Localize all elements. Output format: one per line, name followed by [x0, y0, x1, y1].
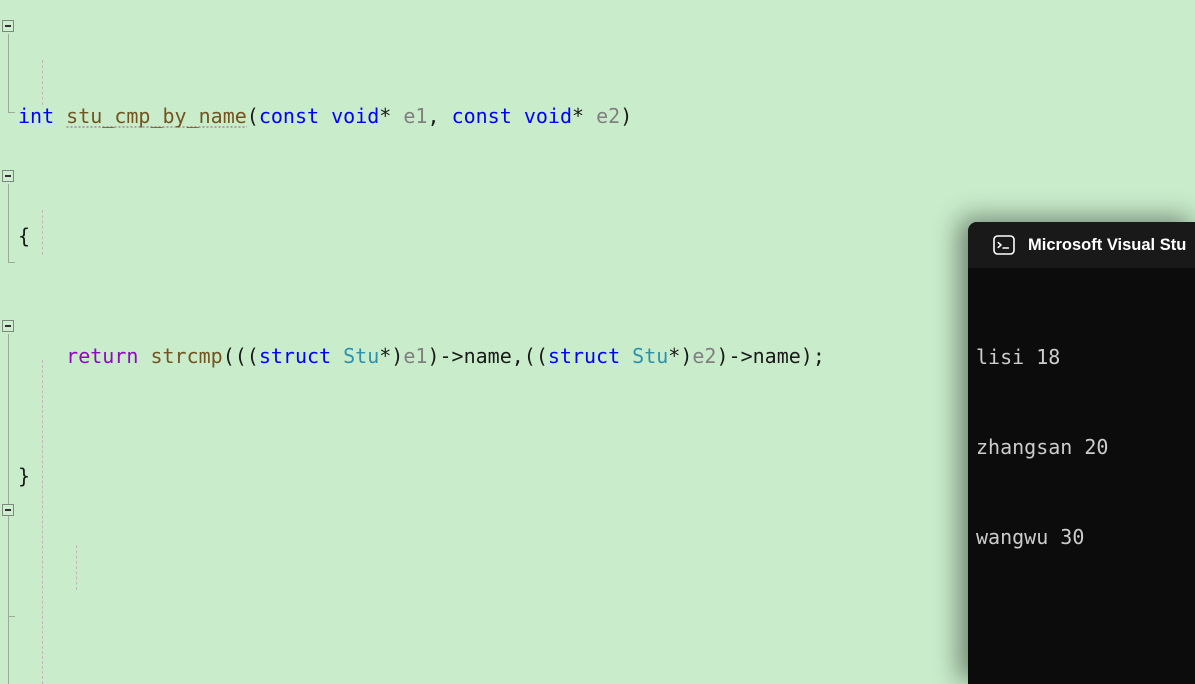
code-line-5[interactable] — [18, 581, 849, 611]
console-output-blank — [976, 612, 1195, 642]
code-line-3[interactable]: return strcmp(((struct Stu*)e1)->name,((… — [18, 341, 849, 371]
fold-toggle-main[interactable] — [2, 320, 14, 332]
block-guide-foot-1 — [8, 112, 15, 113]
fold-toggle-for-loop[interactable] — [2, 504, 14, 516]
code-text[interactable]: int stu_cmp_by_name(const void* e1, cons… — [18, 11, 849, 684]
console-output-line-2: zhangsan 20 — [976, 435, 1109, 459]
code-line-2[interactable]: { — [18, 221, 849, 251]
block-guide-for — [8, 518, 9, 616]
console-output: lisi 18 zhangsan 20 wangwu 30 D:\code\c-… — [968, 268, 1195, 684]
code-line-1[interactable]: int stu_cmp_by_name(const void* e1, cons… — [18, 101, 849, 131]
block-guide-2 — [8, 184, 9, 262]
code-line-4[interactable]: } — [18, 461, 849, 491]
block-guide-foot-for — [8, 616, 15, 617]
console-titlebar[interactable]: Microsoft Visual Stu — [968, 222, 1195, 268]
console-output-line-1: lisi 18 — [976, 345, 1061, 369]
console-output-line-3: wangwu 30 — [976, 525, 1085, 549]
screen: int stu_cmp_by_name(const void* e1, cons… — [0, 0, 1195, 684]
console-window[interactable]: Microsoft Visual Stu lisi 18 zhangsan 20… — [968, 222, 1195, 684]
cmd-prompt-icon — [992, 233, 1016, 257]
fold-toggle-function-1[interactable] — [2, 20, 14, 32]
console-title-text: Microsoft Visual Stu — [1028, 235, 1187, 254]
block-guide-1 — [8, 34, 9, 112]
block-guide-foot-2 — [8, 262, 15, 263]
fold-toggle-function-2[interactable] — [2, 170, 14, 182]
